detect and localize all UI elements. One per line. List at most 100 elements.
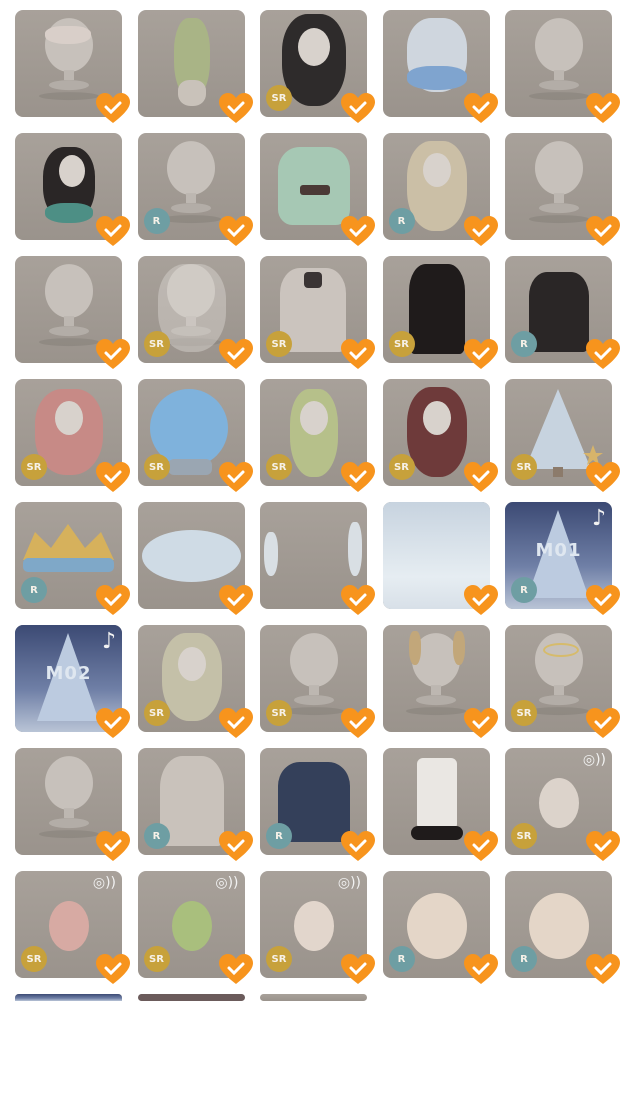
eyes-icon (161, 140, 221, 223)
item-tile[interactable]: SR (505, 379, 620, 492)
item-tile[interactable] (505, 133, 620, 246)
favorite-check-heart-icon[interactable] (218, 954, 253, 986)
favorite-check-heart-icon[interactable] (586, 708, 620, 740)
favorite-check-heart-icon[interactable] (463, 954, 498, 986)
item-tile[interactable]: SR (260, 379, 375, 492)
item-tile[interactable]: ◎)) SR (260, 871, 375, 984)
favorite-check-heart-icon[interactable] (218, 216, 253, 248)
item-tile[interactable]: SR (382, 256, 498, 369)
favorite-check-heart-icon[interactable] (586, 462, 620, 494)
item-tile[interactable]: SR (137, 379, 253, 492)
favorite-check-heart-icon[interactable] (96, 339, 130, 371)
eyes-icon (283, 632, 344, 715)
favorite-check-heart-icon[interactable] (586, 585, 620, 617)
rarity-badge: R (511, 577, 537, 603)
item-tile[interactable]: R (505, 871, 620, 984)
favorite-check-heart-icon[interactable] (218, 708, 253, 740)
item-tile[interactable] (382, 502, 498, 615)
favorite-check-heart-icon[interactable] (96, 93, 130, 125)
favorite-check-heart-icon[interactable] (96, 216, 130, 248)
rarity-badge: R (143, 823, 170, 849)
item-tile[interactable]: SR (137, 625, 253, 738)
item-tile-partial[interactable] (260, 994, 367, 1001)
favorite-check-heart-icon[interactable] (218, 339, 253, 371)
favorite-check-heart-icon[interactable] (463, 585, 498, 617)
item-tile[interactable] (260, 133, 375, 246)
item-tile[interactable]: ◎)) SR (137, 871, 253, 984)
music-note-icon: ♪ (591, 506, 606, 531)
item-tile[interactable]: SR (137, 256, 253, 369)
favorite-check-heart-icon[interactable] (96, 462, 130, 494)
favorite-check-heart-icon[interactable] (463, 462, 498, 494)
favorite-check-heart-icon[interactable] (586, 831, 620, 863)
favorite-check-heart-icon[interactable] (218, 831, 253, 863)
favorite-check-heart-icon[interactable] (463, 93, 498, 125)
frame-icon (264, 532, 278, 576)
favorite-check-heart-icon[interactable] (341, 954, 375, 986)
item-tile[interactable] (505, 10, 620, 123)
item-tile[interactable] (137, 10, 253, 123)
dress-icon (529, 272, 589, 352)
favorite-check-heart-icon[interactable] (341, 462, 375, 494)
item-tile[interactable]: M01 ♪ R (505, 502, 620, 615)
item-tile[interactable]: SR (505, 625, 620, 738)
item-tile-partial[interactable] (137, 994, 245, 1001)
item-tile[interactable]: R (505, 256, 620, 369)
item-tile[interactable]: M02 ♪ (15, 625, 130, 738)
favorite-check-heart-icon[interactable] (341, 585, 375, 617)
item-tile[interactable]: R (260, 748, 375, 861)
item-tile-partial[interactable] (15, 994, 122, 1001)
favorite-check-heart-icon[interactable] (341, 339, 375, 371)
item-tile[interactable]: SR (382, 379, 498, 492)
favorite-check-heart-icon[interactable] (463, 708, 498, 740)
rarity-badge: SR (388, 331, 415, 357)
rarity-badge: R (266, 823, 292, 849)
item-tile[interactable] (15, 748, 130, 861)
eyes-icon (528, 17, 589, 100)
item-tile[interactable] (15, 133, 130, 246)
favorite-check-heart-icon[interactable] (586, 93, 620, 125)
favorite-check-heart-icon[interactable] (586, 339, 620, 371)
item-tile[interactable]: SR (260, 256, 375, 369)
item-tile[interactable] (15, 256, 130, 369)
item-tile[interactable]: R (15, 502, 130, 615)
favorite-check-heart-icon[interactable] (341, 831, 375, 863)
favorite-check-heart-icon[interactable] (341, 216, 375, 248)
item-tile[interactable] (382, 748, 498, 861)
item-tile[interactable]: R (382, 133, 498, 246)
item-tile[interactable] (137, 502, 253, 615)
favorite-check-heart-icon[interactable] (463, 339, 498, 371)
rarity-badge: R (143, 208, 170, 234)
favorite-check-heart-icon[interactable] (463, 216, 498, 248)
item-tile[interactable]: SR (260, 10, 375, 123)
favorite-check-heart-icon[interactable] (463, 831, 498, 863)
pet-icon (406, 893, 467, 959)
favorite-check-heart-icon[interactable] (341, 708, 375, 740)
rarity-badge: SR (266, 331, 292, 357)
item-tile[interactable] (382, 625, 498, 738)
favorite-check-heart-icon[interactable] (218, 93, 253, 125)
item-tile[interactable] (260, 502, 375, 615)
favorite-check-heart-icon[interactable] (218, 585, 253, 617)
favorite-check-heart-icon[interactable] (341, 93, 375, 125)
item-tile[interactable]: SR (260, 625, 375, 738)
favorite-check-heart-icon[interactable] (96, 708, 130, 740)
favorite-check-heart-icon[interactable] (586, 954, 620, 986)
rarity-badge: R (511, 946, 537, 972)
item-tile[interactable] (15, 10, 130, 123)
item-tile[interactable]: R (137, 133, 253, 246)
favorite-check-heart-icon[interactable] (218, 462, 253, 494)
item-tile[interactable]: SR (15, 379, 130, 492)
eyes-icon (528, 140, 589, 223)
rarity-badge: SR (143, 331, 170, 357)
favorite-check-heart-icon[interactable] (96, 954, 130, 986)
item-tile[interactable]: R (382, 871, 498, 984)
item-tile[interactable]: ◎)) SR (505, 748, 620, 861)
favorite-check-heart-icon[interactable] (586, 216, 620, 248)
item-tile[interactable] (382, 10, 498, 123)
item-tile[interactable]: ◎)) SR (15, 871, 130, 984)
favorite-check-heart-icon[interactable] (96, 585, 130, 617)
item-tile[interactable]: R (137, 748, 253, 861)
rarity-badge: SR (143, 700, 170, 726)
favorite-check-heart-icon[interactable] (96, 831, 130, 863)
